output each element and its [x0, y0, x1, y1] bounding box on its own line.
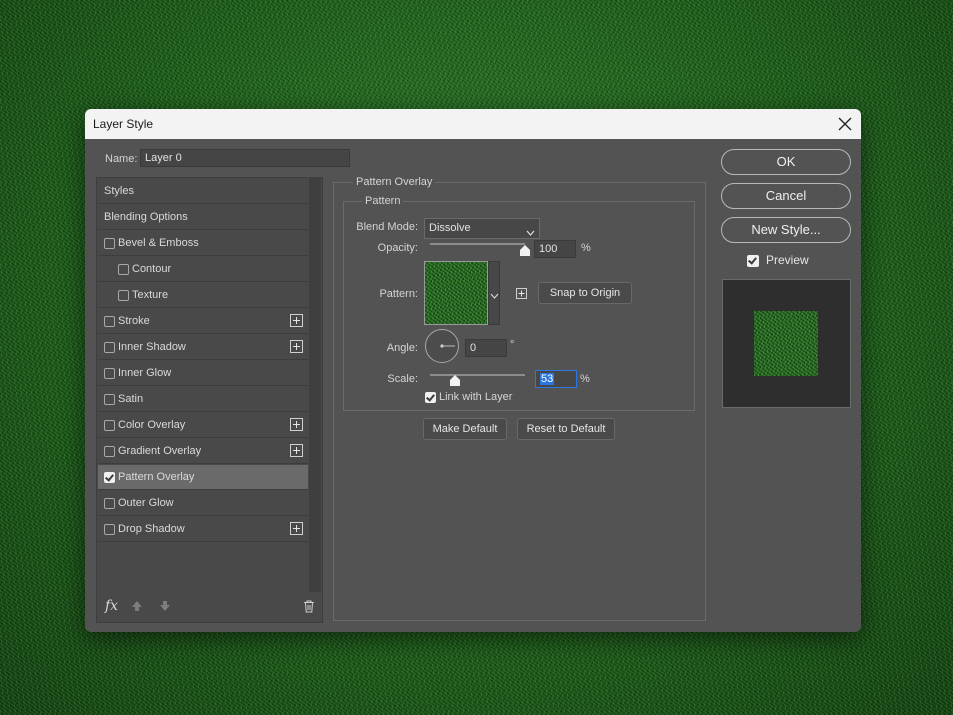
cancel-button[interactable]: Cancel: [721, 183, 851, 209]
scale-unit: %: [580, 373, 590, 385]
scale-label: Scale:: [387, 373, 418, 385]
sidebar-item-bevel-emboss[interactable]: Bevel & Emboss: [98, 231, 308, 256]
sidebar-item-outer-glow[interactable]: Outer Glow: [98, 491, 308, 516]
angle-label: Angle:: [386, 342, 418, 354]
satin-checkbox[interactable]: [104, 394, 115, 405]
link-with-layer-checkbox[interactable]: [425, 392, 436, 403]
pattern-picker-dropdown[interactable]: [488, 261, 500, 325]
styles-sidebar: Styles Blending Options Bevel & Emboss Cont…: [96, 177, 323, 623]
sidebar-item-label: Inner Glow: [118, 367, 172, 379]
add-stroke-icon[interactable]: [290, 314, 303, 327]
section-title: Pattern Overlay: [353, 176, 436, 188]
arrow-up-icon[interactable]: [131, 600, 143, 615]
scale-slider-thumb[interactable]: [450, 375, 460, 386]
pattern-overlay-checkbox[interactable]: [104, 472, 115, 483]
opacity-unit: %: [581, 242, 591, 254]
sidebar-item-label: Color Overlay: [118, 419, 186, 431]
sidebar-item-styles[interactable]: Styles: [98, 179, 308, 204]
color-overlay-checkbox[interactable]: [104, 420, 115, 431]
scale-input[interactable]: 53: [535, 370, 577, 388]
blend-mode-label: Blend Mode:: [356, 221, 418, 233]
contour-checkbox[interactable]: [118, 264, 129, 275]
inner-glow-checkbox[interactable]: [104, 368, 115, 379]
add-inner-shadow-icon[interactable]: [290, 340, 303, 353]
fx-label: fx: [105, 598, 119, 614]
sidebar-item-label: Styles: [104, 185, 134, 197]
sidebar-item-inner-glow[interactable]: Inner Glow: [98, 361, 308, 386]
sidebar-item-gradient-overlay[interactable]: Gradient Overlay: [98, 439, 308, 464]
name-field[interactable]: Layer 0: [140, 149, 350, 167]
stroke-checkbox[interactable]: [104, 316, 115, 327]
inner-shadow-checkbox[interactable]: [104, 342, 115, 353]
sidebar-item-label: Stroke: [118, 315, 150, 327]
preview-checkbox[interactable]: [747, 255, 759, 267]
scale-value: 53: [540, 373, 555, 385]
sidebar-item-texture[interactable]: Texture: [98, 283, 308, 308]
close-icon[interactable]: [833, 112, 857, 136]
sidebar-item-satin[interactable]: Satin: [98, 387, 308, 412]
opacity-slider-thumb[interactable]: [520, 245, 530, 256]
sidebar-item-label: Bevel & Emboss: [118, 237, 199, 249]
sidebar-item-label: Outer Glow: [118, 497, 174, 509]
sidebar-scrollbar[interactable]: [309, 178, 321, 592]
sidebar-item-label: Gradient Overlay: [118, 445, 202, 457]
sidebar-item-inner-shadow[interactable]: Inner Shadow: [98, 335, 308, 360]
arrow-down-icon[interactable]: [159, 600, 171, 615]
bevel-emboss-checkbox[interactable]: [104, 238, 115, 249]
pattern-label: Pattern:: [379, 288, 418, 300]
sidebar-item-blending-options[interactable]: Blending Options: [98, 205, 308, 230]
snap-to-origin-button[interactable]: Snap to Origin: [538, 282, 632, 304]
sidebar-item-label: Contour: [132, 263, 172, 275]
sidebar-item-drop-shadow[interactable]: Drop Shadow: [98, 517, 308, 542]
blend-mode-value: Dissolve: [429, 222, 471, 234]
new-preset-icon[interactable]: [516, 288, 527, 299]
sidebar-item-stroke[interactable]: Stroke: [98, 309, 308, 334]
preview-label: Preview: [766, 253, 809, 267]
group-title: Pattern: [362, 195, 404, 207]
preview-swatch: [754, 311, 818, 376]
angle-unit: °: [510, 339, 515, 351]
name-label: Name:: [105, 153, 138, 165]
angle-input[interactable]: 0: [465, 339, 507, 357]
sidebar-item-color-overlay[interactable]: Color Overlay: [98, 413, 308, 438]
opacity-label: Opacity:: [377, 242, 418, 254]
make-default-button[interactable]: Make Default: [423, 418, 507, 440]
add-drop-shadow-icon[interactable]: [290, 522, 303, 535]
sidebar-item-pattern-overlay[interactable]: Pattern Overlay: [98, 465, 308, 490]
sidebar-item-label: Satin: [118, 393, 144, 405]
trash-icon[interactable]: [303, 600, 315, 616]
sidebar-item-label: Texture: [132, 289, 169, 301]
angle-dial[interactable]: [424, 328, 460, 364]
sidebar-item-label: Inner Shadow: [118, 341, 186, 353]
add-color-overlay-icon[interactable]: [290, 418, 303, 431]
dialog-title: Layer Style: [93, 117, 154, 131]
drop-shadow-checkbox[interactable]: [104, 524, 115, 535]
scale-slider-track[interactable]: [430, 374, 525, 376]
reset-to-default-button[interactable]: Reset to Default: [517, 418, 615, 440]
gradient-overlay-checkbox[interactable]: [104, 446, 115, 457]
sidebar-item-contour[interactable]: Contour: [98, 257, 308, 282]
layer-style-dialog: Layer Style Name: Layer 0 Styles Blending…: [85, 109, 861, 632]
sidebar-item-label: Blending Options: [104, 211, 188, 223]
ok-button[interactable]: OK: [721, 149, 851, 175]
sidebar-item-label: Pattern Overlay: [118, 471, 195, 483]
texture-checkbox[interactable]: [118, 290, 129, 301]
title-bar: Layer Style: [85, 109, 861, 139]
sidebar-item-label: Drop Shadow: [118, 523, 185, 535]
opacity-slider-track[interactable]: [430, 243, 525, 245]
fx-icon[interactable]: fx: [105, 598, 118, 614]
opacity-input[interactable]: 100: [534, 240, 576, 258]
blend-mode-select[interactable]: Dissolve: [424, 218, 540, 239]
link-with-layer-label: Link with Layer: [439, 391, 513, 403]
new-style-button[interactable]: New Style...: [721, 217, 851, 243]
outer-glow-checkbox[interactable]: [104, 498, 115, 509]
preview-thumbnail: [722, 279, 851, 408]
pattern-swatch[interactable]: [424, 261, 488, 325]
chevron-down-icon: [490, 290, 499, 302]
add-gradient-overlay-icon[interactable]: [290, 444, 303, 457]
